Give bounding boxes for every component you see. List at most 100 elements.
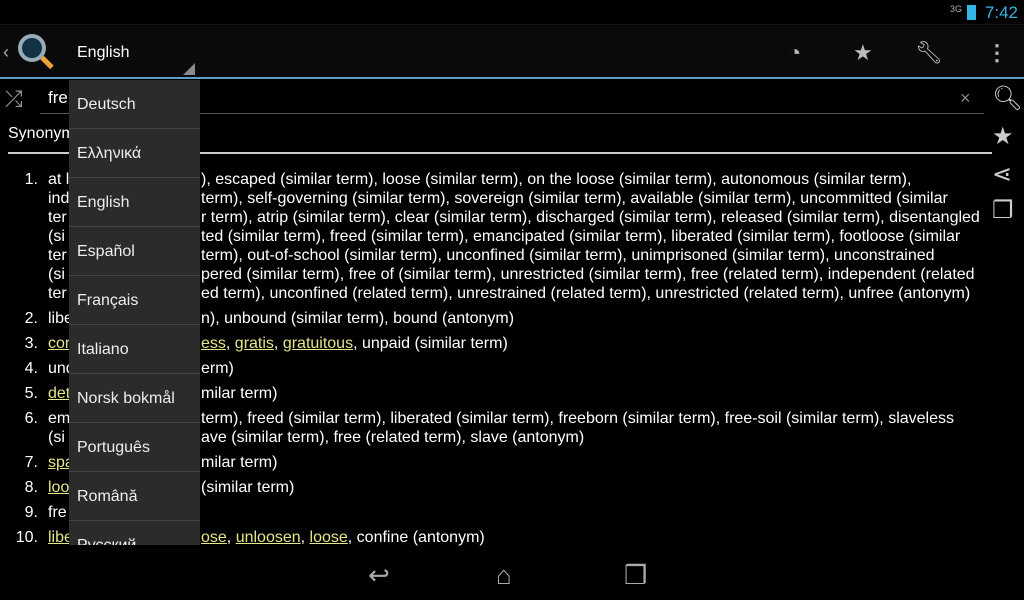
entry-line-post: pered (similar term), free of (similar t… xyxy=(201,265,975,284)
clear-icon[interactable]: × xyxy=(960,88,971,109)
synonym-text: fre xyxy=(48,504,67,521)
entry-number: 4. xyxy=(24,360,38,377)
signal-icon: 3G xyxy=(949,4,962,14)
synonym-text: ), escaped (similar term), loose (simila… xyxy=(201,171,912,188)
entry-line-post: ed term), unconfined (related term), unr… xyxy=(201,284,970,303)
synonym-text: term), freed (similar term), liberated (… xyxy=(201,410,954,427)
section-title: Synonym xyxy=(8,125,75,142)
synonym-link[interactable]: loose xyxy=(310,529,348,546)
synonym-text: , xyxy=(300,529,310,546)
synonym-text: (si xyxy=(48,429,65,446)
synonym-text: ted (similar term), freed (similar term)… xyxy=(201,228,961,245)
entry-line-pre: cor xyxy=(48,334,70,353)
synonym-link[interactable]: det xyxy=(48,385,70,402)
entry-line-post: ess, gratis, gratuitous, unpaid (similar… xyxy=(201,334,508,353)
synonym-link[interactable]: loo xyxy=(48,479,69,496)
synonym-text: at l xyxy=(48,171,70,188)
synonym-text: ed term), unconfined (related term), unr… xyxy=(201,285,971,302)
synonym-text: pered (similar term), free of (similar t… xyxy=(201,266,975,283)
synonym-text: (similar term) xyxy=(201,479,295,496)
entry-line-pre: fre xyxy=(48,503,67,522)
entry-line-pre: det xyxy=(48,384,70,403)
synonym-link[interactable]: ose xyxy=(201,529,227,546)
entry-line-post: n), unbound (similar term), bound (anton… xyxy=(201,309,514,328)
search-icon[interactable]: 🔍︎ xyxy=(992,84,1022,113)
star-icon[interactable]: ★ xyxy=(992,122,1014,151)
entry-line-post: r term), atrip (similar term), clear (si… xyxy=(201,208,980,227)
entry-number: 8. xyxy=(24,479,38,496)
synonym-text: ter xyxy=(48,209,67,226)
entry-line-pre: (si xyxy=(48,428,65,447)
star-icon[interactable]: ★ xyxy=(853,40,873,66)
entry-number: 9. xyxy=(24,504,38,521)
history-icon[interactable]: ◔ xyxy=(788,40,801,66)
language-label[interactable]: English xyxy=(77,44,129,62)
synonym-text: em xyxy=(48,410,71,427)
synonym-text: ter xyxy=(48,285,67,302)
entry-line-post: erm) xyxy=(201,359,234,378)
back-icon[interactable]: ↩ xyxy=(368,560,390,591)
nav-bar xyxy=(0,555,1024,600)
synonym-text: , xyxy=(226,529,236,546)
entry-line-pre: at l xyxy=(48,170,69,189)
entry-line-post: milar term) xyxy=(201,384,277,403)
dropdown-item[interactable]: Norsk bokmål xyxy=(69,374,200,423)
synonym-text: n), unbound (similar term), bound (anton… xyxy=(201,310,515,327)
synonym-text: term), out-of-school (similar term), unc… xyxy=(201,247,935,264)
dropdown-item[interactable]: Ελληνικά xyxy=(69,129,200,178)
dropdown-item[interactable]: Italiano xyxy=(69,325,200,374)
synonym-text: , xyxy=(225,335,235,352)
synonym-link[interactable]: cor xyxy=(48,335,70,352)
synonym-text: r term), atrip (similar term), clear (si… xyxy=(201,209,980,226)
entry-line-post: term), freed (similar term), liberated (… xyxy=(201,409,954,428)
synonym-link[interactable]: unloosen xyxy=(236,529,301,546)
spinner-triangle-icon xyxy=(183,63,195,75)
dropdown-item[interactable]: Français xyxy=(69,276,200,325)
synonym-text: (si xyxy=(48,266,65,283)
dropdown-item[interactable]: Deutsch xyxy=(69,80,200,129)
dropdown-item[interactable]: Português xyxy=(69,423,200,472)
dropdown-item[interactable]: Español xyxy=(69,227,200,276)
synonym-link[interactable]: gratuitous xyxy=(283,335,353,352)
home-icon[interactable]: ⌂ xyxy=(496,560,512,591)
synonym-text: ave (similar term), free (related term),… xyxy=(201,429,585,446)
synonym-link[interactable]: ess xyxy=(201,335,226,352)
entry-line-pre: ter xyxy=(48,246,67,265)
entry-number: 7. xyxy=(24,454,38,471)
overflow-menu-icon[interactable]: ⋮ xyxy=(986,40,1008,66)
entry-line-pre: (si xyxy=(48,227,65,246)
entry-line-post: term), self-governing (similar term), so… xyxy=(201,189,948,208)
dropdown-item[interactable]: Română xyxy=(69,472,200,521)
synonym-text: milar term) xyxy=(201,385,278,402)
back-chevron-icon[interactable]: ‹ xyxy=(3,42,9,63)
entry-number: 2. xyxy=(24,310,38,327)
entry-line-post: (similar term) xyxy=(201,478,294,497)
synonym-link[interactable]: gratis xyxy=(235,335,274,352)
status-bar: 3G 7:42 xyxy=(0,0,1024,25)
entry-number: 1. xyxy=(24,171,38,188)
copy-icon[interactable]: ❐ xyxy=(992,196,1014,225)
entry-line-pre: em xyxy=(48,409,70,428)
search-input[interactable]: fre xyxy=(48,88,68,108)
synonym-text: ind xyxy=(48,190,70,207)
shuffle-icon[interactable]: ⤮ xyxy=(5,86,23,112)
entry-line-pre: (si xyxy=(48,265,65,284)
language-dropdown[interactable]: Deutsch Ελληνικά English Español Français Ita… xyxy=(69,80,200,545)
entry-number: 3. xyxy=(24,335,38,352)
share-icon[interactable]: ⋖ xyxy=(992,160,1012,189)
dropdown-item[interactable]: English xyxy=(69,178,200,227)
synonym-text: term), self-governing (similar term), so… xyxy=(201,190,948,207)
entry-line-post: ted (similar term), freed (similar term)… xyxy=(201,227,960,246)
synonym-text: , unpaid (similar term) xyxy=(353,335,508,352)
synonym-text: , confine (antonym) xyxy=(347,529,485,546)
entry-number: 6. xyxy=(24,410,38,427)
synonym-text: milar term) xyxy=(201,454,278,471)
entry-line-pre: ind xyxy=(48,189,69,208)
entry-line-post: ave (similar term), free (related term),… xyxy=(201,428,584,447)
synonym-text: ter xyxy=(48,247,67,264)
dropdown-item[interactable]: Русский xyxy=(69,521,200,545)
wrench-icon[interactable]: 🔧︎ xyxy=(915,40,943,66)
entry-line-post: ose, unloosen, loose, confine (antonym) xyxy=(201,528,485,547)
synonym-text: , xyxy=(273,335,283,352)
recent-apps-icon[interactable]: ❒ xyxy=(624,560,647,591)
